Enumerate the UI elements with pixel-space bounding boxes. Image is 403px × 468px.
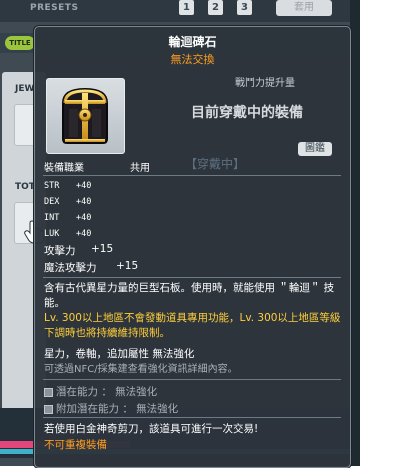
item-name: 輪迴碑石	[168, 35, 217, 49]
additional-potential-row: 附加潛在能力 ： 無法強化	[44, 401, 178, 416]
potential-icon	[44, 387, 53, 397]
stat-value: +40	[76, 229, 92, 239]
attack-value: +15	[91, 243, 114, 255]
stat-name: INT	[44, 213, 60, 223]
stat-row-dex: DEX +40	[44, 197, 91, 207]
window-edge	[350, 0, 360, 466]
total-label: TOT	[15, 182, 35, 192]
divider	[43, 277, 341, 278]
equipped-status: 目前穿戴中的裝備	[191, 105, 303, 121]
job-label: 裝備職業	[44, 163, 84, 174]
item-icon-frame	[46, 78, 125, 154]
attack-label: 攻擊力	[44, 245, 76, 257]
stat-row-str: STR +40	[44, 181, 91, 191]
stat-row-luk: LUK +40	[44, 229, 91, 239]
attack-row: 攻擊力 +15	[44, 243, 113, 258]
power-increase-label: 戰鬥力提升量	[235, 78, 295, 89]
magic-attack-value: +15	[116, 260, 139, 272]
level-restriction-note: Lv. 300以上地區不會發動道具專用功能，Lv. 300以上地區等級下調時也將…	[44, 312, 341, 339]
additional-potential-text: 附加潛在能力 ： 無法強化	[56, 403, 179, 415]
divider	[43, 379, 341, 380]
stat-name: STR	[44, 181, 60, 191]
trade-status: 無法交換	[170, 53, 215, 66]
apply-preset-button[interactable]: 套用	[276, 0, 332, 16]
item-description: 含有古代異星力量的巨型石板。使用時，就能使用 ＂輪迴＂ 技能。	[44, 282, 335, 309]
stat-name: LUK	[44, 229, 60, 239]
stat-name: DEX	[44, 197, 60, 207]
title-tab[interactable]: TITLE	[5, 36, 35, 50]
unique-equip-note: 不可重複裝備	[44, 439, 107, 451]
preset-button-1[interactable]: 1	[179, 0, 194, 15]
scissors-note: 若使用白金神奇剪刀，該道具可進行一次交易!	[44, 423, 259, 435]
presets-bar: PRESETS 1 2 3 套用	[0, 0, 360, 22]
magic-attack-label: 魔法攻擊力	[44, 262, 97, 274]
divider	[43, 175, 341, 176]
stat-value: +40	[76, 197, 92, 207]
stone-tablet-icon	[62, 87, 108, 144]
presets-label: PRESETS	[30, 3, 79, 13]
item-tooltip: 輪迴碑石 無法交換 戰鬥力提升量 目前穿戴中的裝備 【穿戴中】 圖鑑 裝備職業 …	[34, 26, 351, 468]
preset-button-2[interactable]: 2	[208, 0, 223, 15]
job-value: 共用	[130, 163, 150, 174]
stat-row-int: INT +40	[44, 213, 91, 223]
collection-button[interactable]: 圖鑑	[298, 142, 332, 156]
stat-value: +40	[76, 213, 92, 223]
potential-text: 潛在能力 ： 無法強化	[56, 386, 158, 398]
magic-attack-row: 魔法攻擊力 +15	[44, 260, 138, 275]
equipped-watermark: 【穿戴中】	[185, 157, 246, 171]
potential-row: 潛在能力 ： 無法強化	[44, 384, 157, 399]
enhancement-status: 星力，卷軸，追加屬性 無法強化	[44, 348, 195, 360]
jewel-label: JEW	[15, 84, 35, 94]
nfc-note: 可透過NFC/採集建查看強化資訊詳細內容。	[44, 364, 238, 375]
preset-button-3[interactable]: 3	[237, 0, 252, 15]
divider	[43, 417, 341, 418]
stat-value: +40	[76, 181, 92, 191]
additional-potential-icon	[44, 404, 53, 414]
